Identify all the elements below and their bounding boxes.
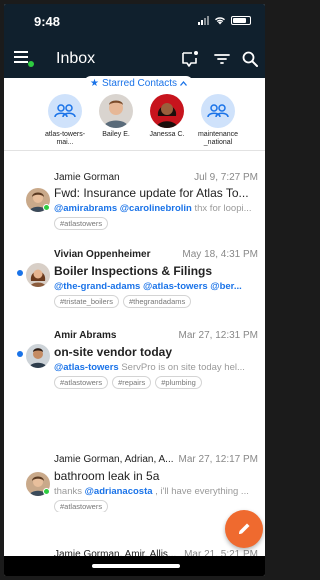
- status-icons: [198, 16, 251, 25]
- wifi-icon: [215, 17, 225, 25]
- group-icon: [201, 94, 235, 128]
- starred-contacts-label: Starred Contacts: [101, 77, 178, 89]
- starred-contact[interactable]: atlas-towers-mai...: [37, 94, 93, 147]
- message-subject: Boiler Inspections & Filings: [54, 264, 213, 278]
- compose-button[interactable]: [225, 510, 263, 548]
- list-item[interactable]: Amir Abrams Mar 27, 12:31 PM on-site ven…: [4, 316, 265, 397]
- star-icon: ★: [90, 77, 99, 89]
- tag-chip[interactable]: #atlastowers: [54, 376, 109, 389]
- sender-name: Vivian Oppenheimer: [54, 249, 151, 260]
- message-date: Jul 9, 7:27 PM: [194, 172, 258, 183]
- list-item[interactable]: Jamie Gorman, Adrian, A... Mar 27, 12:17…: [4, 396, 265, 513]
- tag-list: #tristate_boilers #thegrandadams: [54, 295, 192, 308]
- avatar: [26, 263, 50, 287]
- status-bar: 9:48: [4, 4, 265, 40]
- message-subject: bathroom leak in 5a: [54, 469, 160, 483]
- starred-contacts-toggle[interactable]: ★ Starred Contacts: [84, 76, 194, 90]
- home-indicator-bar: [4, 556, 265, 576]
- message-date: Mar 27, 12:31 PM: [178, 330, 258, 341]
- sender-name: Amir Abrams: [54, 330, 117, 341]
- chevron-up-icon: [180, 80, 188, 86]
- tag-chip[interactable]: #tristate_boilers: [54, 295, 119, 308]
- mention-link[interactable]: @amirabrams @carolinebrolin: [54, 203, 192, 214]
- message-preview: @atlas-towers ServPro is on site today h…: [54, 362, 245, 373]
- presence-indicator: [43, 488, 50, 495]
- message-subject: on-site vendor today: [54, 345, 173, 359]
- message-date: Mar 27, 12:17 PM: [178, 454, 258, 465]
- battery-icon: [231, 16, 251, 25]
- contact-name: Janessa C.: [149, 131, 185, 138]
- list-item[interactable]: Vivian Oppenheimer May 18, 4:31 PM Boile…: [4, 237, 265, 317]
- message-date: May 18, 4:31 PM: [182, 249, 258, 260]
- presence-indicator: [43, 204, 50, 211]
- mention-link[interactable]: @atlas-towers: [54, 362, 119, 373]
- app-header: Inbox: [4, 40, 265, 78]
- signal-icon: [198, 16, 209, 25]
- tag-chip[interactable]: #repairs: [112, 376, 152, 389]
- message-subject: Fwd: Insurance update for Atlas To...: [54, 186, 249, 200]
- unread-indicator: [17, 351, 23, 357]
- contact-name: Bailey E.: [102, 131, 130, 138]
- search-icon[interactable]: [241, 50, 259, 68]
- pencil-icon: [239, 523, 250, 534]
- starred-contact[interactable]: Janessa C.: [139, 94, 195, 139]
- unread-indicator: [17, 270, 23, 276]
- message-preview: @amirabrams @carolinebrolin thx for loop…: [54, 203, 252, 214]
- message-preview: @the-grand-adams @atlas-towers @ber...: [54, 281, 259, 292]
- sender-name: Jamie Gorman: [54, 172, 120, 183]
- notification-dot: [28, 61, 34, 67]
- avatar: [99, 94, 133, 128]
- new-message-icon[interactable]: [181, 50, 199, 68]
- sender-name: Jamie Gorman, Adrian, A...: [54, 454, 174, 465]
- message-preview: thanks @adrianacosta , i'll have everyth…: [54, 486, 249, 497]
- mention-link[interactable]: @the-grand-adams @atlas-towers @ber...: [54, 281, 242, 292]
- contact-name: atlas-towers-mai...: [44, 131, 86, 146]
- group-icon: [48, 94, 82, 128]
- filter-icon[interactable]: [213, 50, 231, 68]
- mention-link[interactable]: @adrianacosta: [85, 486, 153, 497]
- tag-list: #atlastowers #repairs #plumbing: [54, 376, 202, 389]
- app-screen: 9:48 Inbox ★ Starred Contacts atlas-towe…: [4, 4, 265, 576]
- tag-list: #atlastowers: [54, 217, 109, 230]
- avatar: [26, 344, 50, 368]
- contact-name: maintenance _national: [197, 131, 239, 146]
- avatar: [150, 94, 184, 128]
- tag-chip[interactable]: #plumbing: [155, 376, 202, 389]
- menu-button[interactable]: [14, 51, 34, 67]
- starred-contact[interactable]: Bailey E.: [88, 94, 144, 139]
- starred-contact[interactable]: maintenance _national: [190, 94, 246, 147]
- home-indicator[interactable]: [92, 564, 180, 568]
- status-time: 9:48: [34, 14, 61, 29]
- page-title: Inbox: [56, 50, 96, 67]
- tag-chip[interactable]: #thegrandadams: [122, 295, 192, 308]
- tag-chip[interactable]: #atlastowers: [54, 217, 109, 230]
- list-item[interactable]: Jamie Gorman Jul 9, 7:27 PM Fwd: Insuran…: [4, 151, 265, 238]
